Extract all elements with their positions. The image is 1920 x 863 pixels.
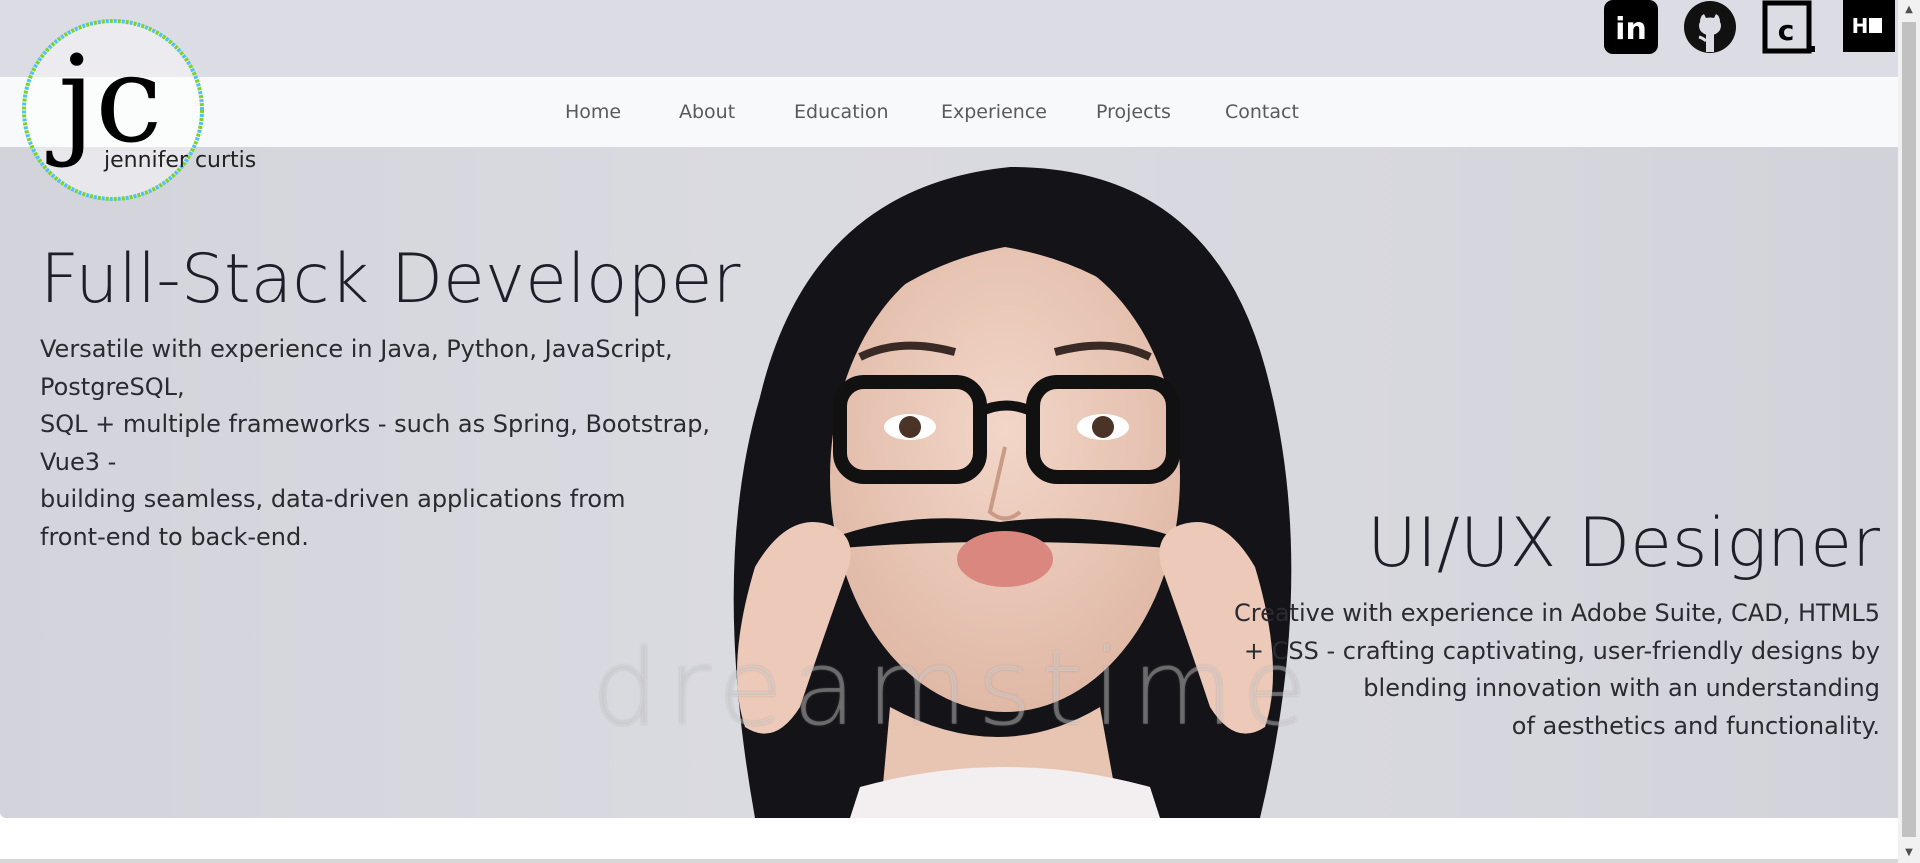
- fullstack-line-4: front-end to back-end.: [40, 522, 309, 551]
- codepen-glyph: c: [1778, 14, 1795, 47]
- scrollbar-thumb[interactable]: [1902, 22, 1916, 837]
- nav-experience[interactable]: Experience: [941, 77, 1047, 147]
- handshake-icon[interactable]: H: [1843, 0, 1895, 54]
- nav-projects[interactable]: Projects: [1096, 77, 1171, 147]
- uiux-line-1: Creative with experience in Adobe Suite,…: [1233, 599, 1880, 627]
- fullstack-line-2: SQL + multiple frameworks - such as Spri…: [40, 410, 711, 476]
- uiux-description: Creative with experience in Adobe Suite,…: [1160, 595, 1880, 745]
- bottom-divider: [0, 859, 1898, 863]
- hero-uiux-block: UI/UX Designer Creative with experience …: [1160, 499, 1880, 745]
- codepen-icon[interactable]: c: [1762, 0, 1816, 54]
- uiux-line-2: + CSS - crafting captivating, user-frien…: [1243, 636, 1880, 665]
- fullstack-heading: Full-Stack Developer: [40, 240, 741, 319]
- handshake-glyph: H: [1852, 14, 1869, 38]
- vertical-scrollbar[interactable]: ▲ ▼: [1898, 0, 1920, 863]
- uiux-line-3: blending innovation with an understandin…: [1363, 674, 1880, 702]
- fullstack-line-3: building seamless, data-driven applicati…: [40, 485, 626, 513]
- nav-about[interactable]: About: [679, 77, 735, 147]
- nav-education[interactable]: Education: [794, 77, 889, 147]
- nav-list: Home About Education Experience Projects…: [0, 77, 1898, 147]
- fullstack-line-1: Versatile with experience in Java, Pytho…: [40, 335, 673, 401]
- logo-name: jennifer curtis: [103, 148, 256, 173]
- uiux-heading: UI/UX Designer: [1367, 504, 1880, 583]
- main-navbar: Home About Education Experience Projects…: [0, 77, 1898, 147]
- uiux-line-4: of aesthetics and functionality.: [1511, 711, 1880, 740]
- page-below-hero: [0, 818, 1898, 863]
- fullstack-description: Versatile with experience in Java, Pytho…: [40, 331, 730, 556]
- linkedin-glyph: in: [1615, 12, 1647, 47]
- scroll-up-arrow-icon[interactable]: ▲: [1898, 0, 1920, 20]
- nav-contact[interactable]: Contact: [1225, 77, 1299, 147]
- linkedin-icon[interactable]: in: [1604, 0, 1658, 54]
- hero-section: dreamstime Full-Stack Developer Versatil…: [0, 147, 1898, 818]
- nav-home[interactable]: Home: [565, 77, 621, 147]
- scroll-down-arrow-icon[interactable]: ▼: [1898, 843, 1920, 863]
- github-icon[interactable]: [1683, 0, 1737, 54]
- hero-fullstack-block: Full-Stack Developer Versatile with expe…: [40, 235, 760, 556]
- site-logo[interactable]: jc jennifer curtis: [18, 16, 268, 206]
